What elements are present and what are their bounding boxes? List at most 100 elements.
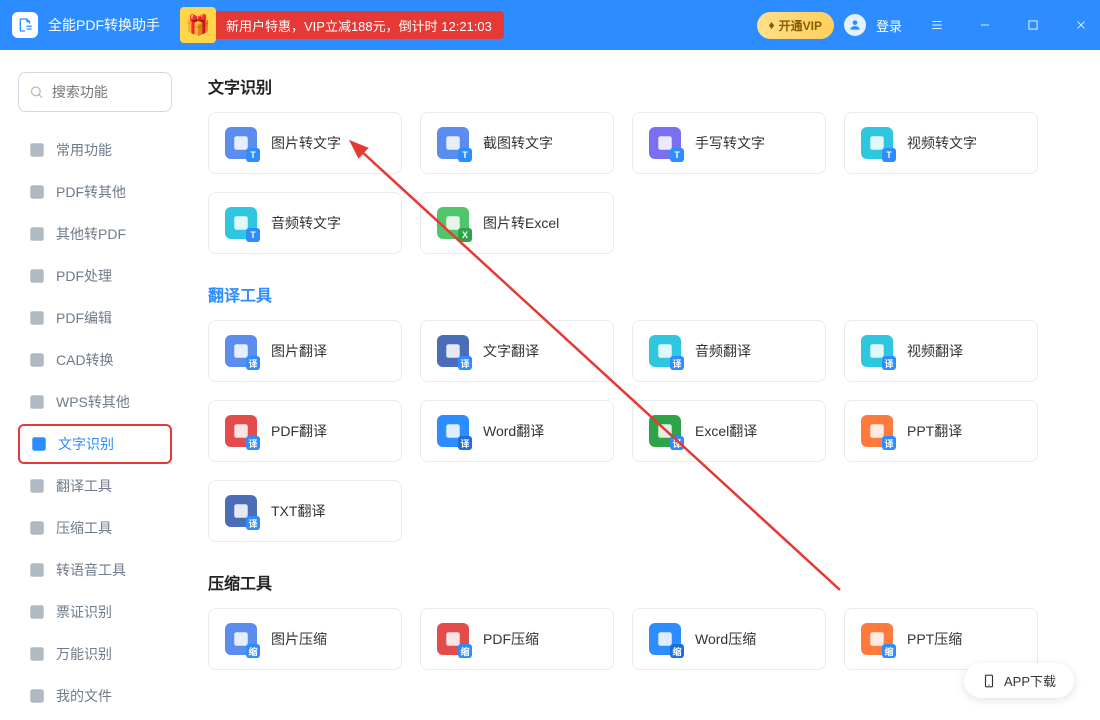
search-box[interactable] (18, 72, 172, 112)
search-input[interactable] (52, 84, 161, 100)
feature-card[interactable]: 译文字翻译 (420, 320, 614, 382)
feature-card[interactable]: X 图片转Excel (420, 192, 614, 254)
feature-card[interactable]: 译视频翻译 (844, 320, 1038, 382)
card-icon: T (225, 207, 257, 239)
feature-card[interactable]: T 视频转文字 (844, 112, 1038, 174)
card-label: 图片转Excel (483, 213, 559, 233)
main-content: 文字识别T图片转文字T截图转文字T手写转文字T视频转文字T音频转文字X图片转Ex… (190, 50, 1100, 720)
card-grid: 译图片翻译译文字翻译译音频翻译译视频翻译译PDF翻译译Word翻译译Excel翻… (208, 320, 1074, 542)
sidebar-item-label: PDF编辑 (56, 308, 112, 328)
sidebar-item-label: 文字识别 (58, 434, 114, 454)
feature-card[interactable]: 译音频翻译 (632, 320, 826, 382)
card-label: PDF压缩 (483, 629, 539, 649)
nav-icon (30, 435, 48, 453)
promo-text: 新用户特惠，VIP立减188元，倒计时 12:21:03 (214, 11, 504, 39)
nav-icon (28, 141, 46, 159)
feature-card[interactable]: 缩 PPT压缩 (844, 608, 1038, 670)
card-icon: 译 (861, 335, 893, 367)
card-icon: X (437, 207, 469, 239)
feature-card[interactable]: 译PDF翻译 (208, 400, 402, 462)
card-corner-badge: T (458, 148, 472, 162)
feature-card[interactable]: T 音频转文字 (208, 192, 402, 254)
card-label: 视频转文字 (907, 133, 977, 153)
sidebar-item-label: 我的文件 (56, 686, 112, 706)
promo-banner[interactable]: 🎁 新用户特惠，VIP立减188元，倒计时 12:21:03 (180, 7, 504, 43)
sidebar-item-8[interactable]: 翻译工具 (18, 466, 172, 506)
close-button[interactable] (1062, 0, 1100, 50)
search-icon (29, 83, 44, 101)
card-corner-badge: 译 (246, 516, 260, 530)
login-button[interactable]: 登录 (876, 16, 902, 35)
maximize-button[interactable] (1014, 0, 1052, 50)
nav-icon (28, 603, 46, 621)
nav-icon (28, 267, 46, 285)
nav-icon (28, 519, 46, 537)
vip-button[interactable]: ♦ 开通VIP (757, 12, 834, 39)
sidebar-item-3[interactable]: PDF处理 (18, 256, 172, 296)
download-label: APP下载 (1004, 671, 1056, 690)
card-label: 文字翻译 (483, 341, 539, 361)
card-corner-badge: 缩 (882, 644, 896, 658)
card-label: 手写转文字 (695, 133, 765, 153)
sidebar-item-2[interactable]: 其他转PDF (18, 214, 172, 254)
sidebar: 常用功能 PDF转其他其他转PDF PDF处理 PDF编辑 CAD转换 WPS转其他文字识… (0, 50, 190, 720)
card-icon: 译 (437, 335, 469, 367)
feature-card[interactable]: 缩图片压缩 (208, 608, 402, 670)
card-corner-badge: T (246, 148, 260, 162)
feature-card[interactable]: T 手写转文字 (632, 112, 826, 174)
card-label: Word压缩 (695, 629, 756, 649)
card-icon: 译 (649, 415, 681, 447)
card-label: Excel翻译 (695, 421, 757, 441)
feature-card[interactable]: 译PPT翻译 (844, 400, 1038, 462)
avatar[interactable] (844, 14, 866, 36)
card-corner-badge: T (882, 148, 896, 162)
sidebar-item-label: 转语音工具 (56, 560, 126, 580)
sidebar-item-7[interactable]: 文字识别 (18, 424, 172, 464)
sidebar-item-label: PDF转其他 (56, 182, 126, 202)
sidebar-item-0[interactable]: 常用功能 (18, 130, 172, 170)
sidebar-item-5[interactable]: CAD转换 (18, 340, 172, 380)
card-label: 音频翻译 (695, 341, 751, 361)
feature-card[interactable]: 译Word翻译 (420, 400, 614, 462)
minimize-button[interactable] (966, 0, 1004, 50)
sidebar-item-label: CAD转换 (56, 350, 114, 370)
card-corner-badge: 译 (458, 356, 472, 370)
sidebar-item-label: WPS转其他 (56, 392, 130, 412)
card-corner-badge: 译 (246, 436, 260, 450)
gift-icon: 🎁 (180, 7, 216, 43)
feature-card[interactable]: 缩PDF压缩 (420, 608, 614, 670)
sidebar-item-11[interactable]: 票证识别 (18, 592, 172, 632)
card-corner-badge: X (458, 228, 472, 242)
card-icon: T (649, 127, 681, 159)
card-label: 音频转文字 (271, 213, 341, 233)
card-label: 截图转文字 (483, 133, 553, 153)
card-label: 图片翻译 (271, 341, 327, 361)
card-icon: 缩 (225, 623, 257, 655)
feature-card[interactable]: 译 Excel翻译 (632, 400, 826, 462)
card-corner-badge: 缩 (670, 644, 684, 658)
sidebar-item-9[interactable]: 压缩工具 (18, 508, 172, 548)
sidebar-item-1[interactable]: PDF转其他 (18, 172, 172, 212)
app-download-button[interactable]: APP下载 (964, 663, 1074, 698)
card-label: PPT压缩 (907, 629, 962, 649)
sidebar-item-label: 其他转PDF (56, 224, 126, 244)
card-icon: T (437, 127, 469, 159)
menu-button[interactable] (918, 0, 956, 50)
feature-card[interactable]: 缩 Word压缩 (632, 608, 826, 670)
sidebar-item-12[interactable]: 万能识别 (18, 634, 172, 674)
card-label: 图片压缩 (271, 629, 327, 649)
card-icon: 译 (225, 335, 257, 367)
feature-card[interactable]: T图片转文字 (208, 112, 402, 174)
sidebar-item-label: 万能识别 (56, 644, 112, 664)
sidebar-item-6[interactable]: WPS转其他 (18, 382, 172, 422)
card-grid: T图片转文字T截图转文字T手写转文字T视频转文字T音频转文字X图片转Excel (208, 112, 1074, 254)
card-label: TXT翻译 (271, 501, 325, 521)
sidebar-item-10[interactable]: 转语音工具 (18, 550, 172, 590)
card-corner-badge: 译 (670, 356, 684, 370)
feature-card[interactable]: 译图片翻译 (208, 320, 402, 382)
sidebar-item-13[interactable]: 我的文件 (18, 676, 172, 716)
section-title: 文字识别 (208, 74, 1074, 98)
sidebar-item-4[interactable]: PDF编辑 (18, 298, 172, 338)
feature-card[interactable]: T 截图转文字 (420, 112, 614, 174)
feature-card[interactable]: 译 TXT翻译 (208, 480, 402, 542)
